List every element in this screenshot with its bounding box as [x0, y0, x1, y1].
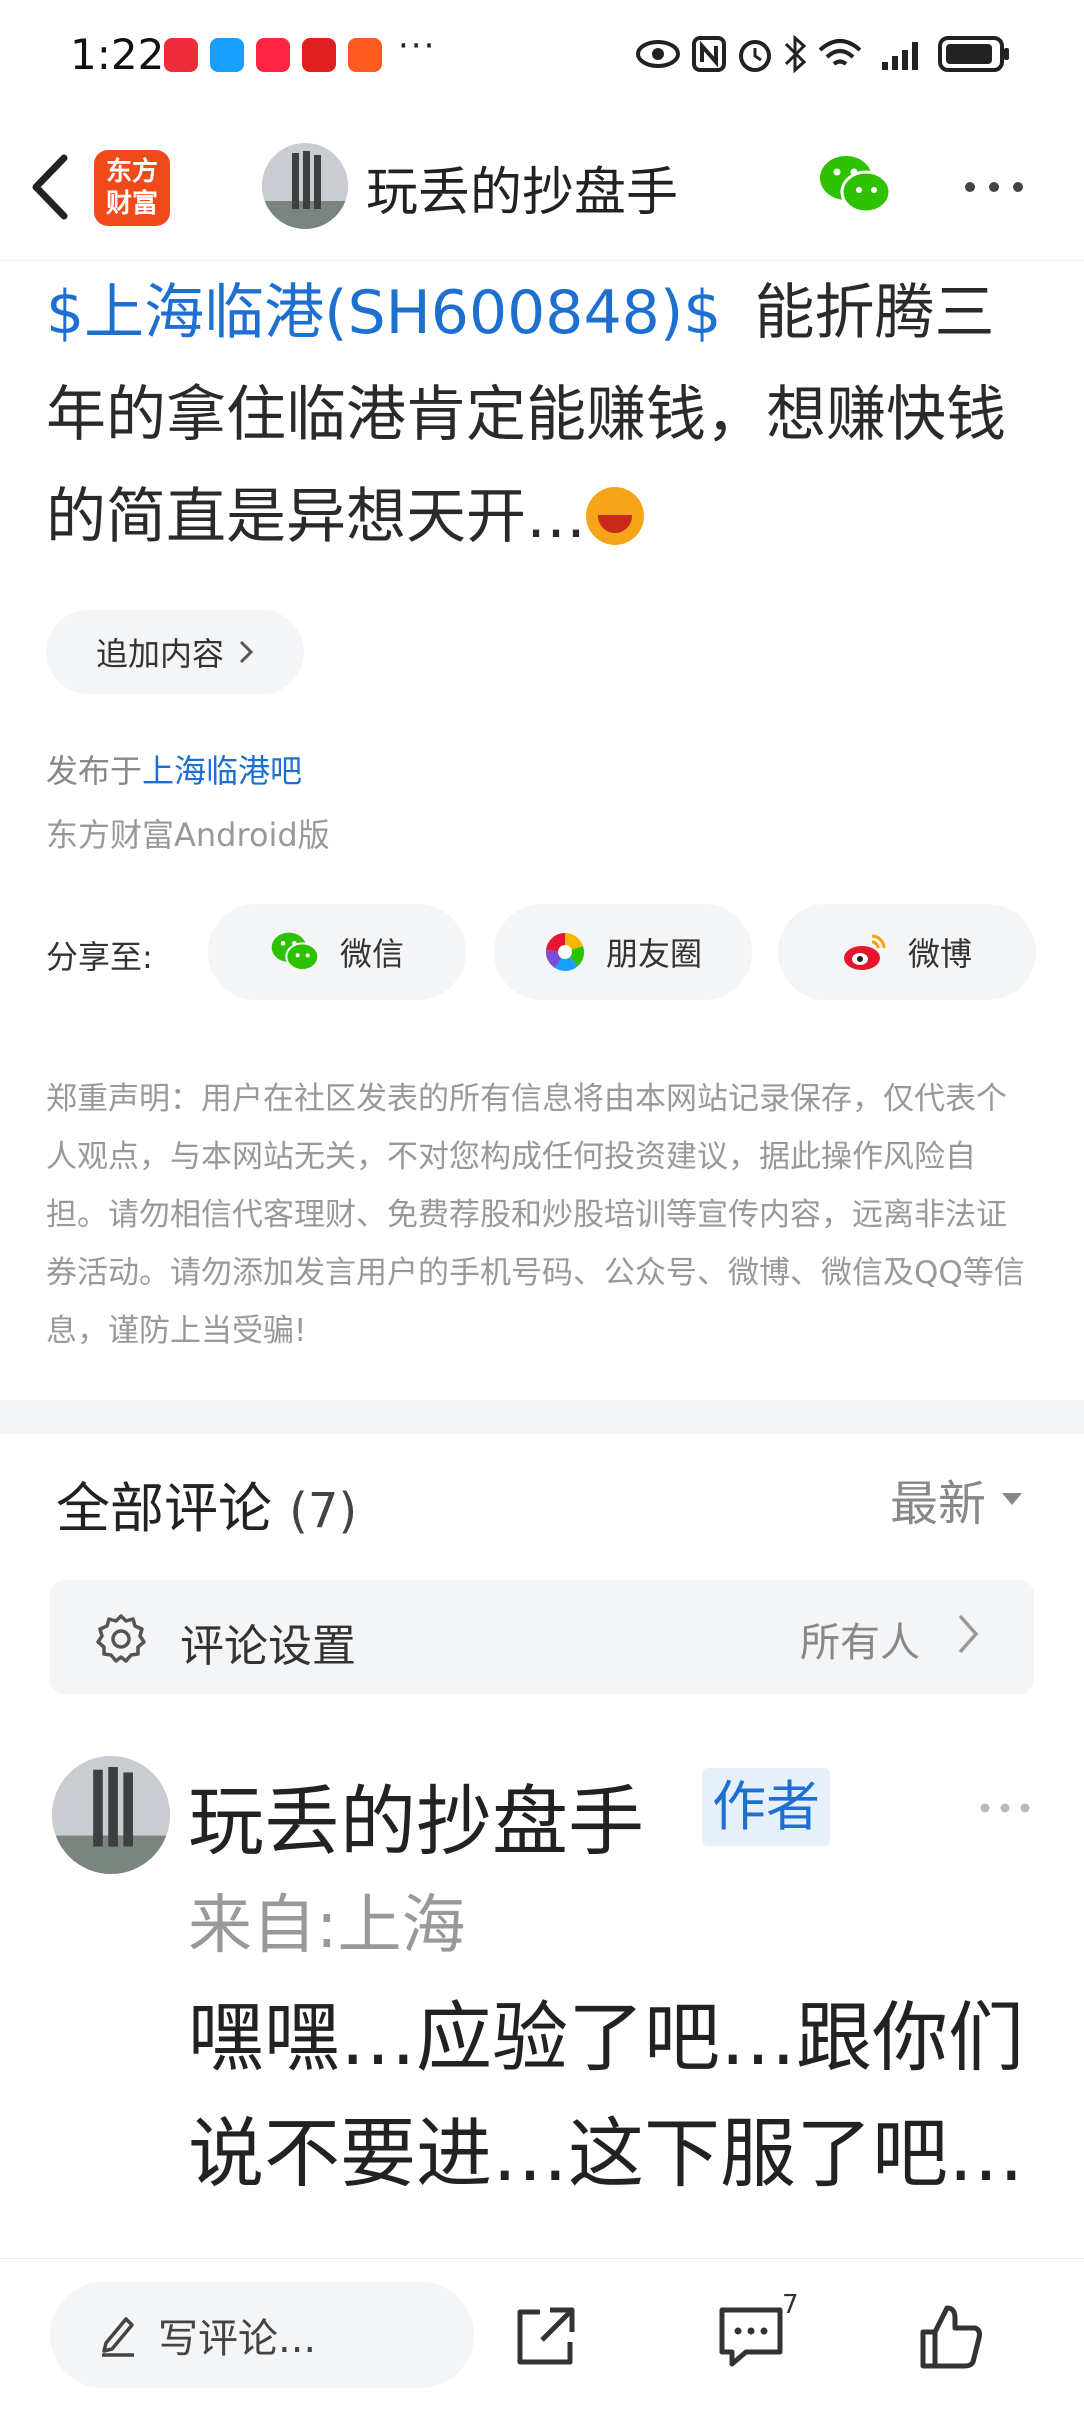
post-content: $上海临港(SH600848)$ 能折腾三年的拿住临港肯定能赚钱，想赚快钱的简直… — [46, 262, 1046, 568]
pencil-icon — [102, 2317, 134, 2357]
nfc-icon — [692, 36, 726, 72]
signal-icon — [882, 42, 918, 70]
disclaimer-text: 郑重声明：用户在社区发表的所有信息将由本网站记录保存，仅代表个人观点，与本网站无… — [46, 1081, 1025, 1349]
more-options-icon[interactable] — [962, 172, 1026, 202]
avatar-image — [262, 143, 348, 229]
caret-down-icon — [1002, 1493, 1023, 1505]
comment-more-icon[interactable] — [978, 1800, 1032, 1816]
comment-location: 来自:上海 — [188, 1889, 466, 1963]
stock-link[interactable]: $上海临港(SH600848)$ — [46, 278, 721, 348]
publish-info: 发布于上海临港吧 — [46, 746, 302, 792]
chevron-right-icon — [239, 640, 254, 664]
share-label: 分享至: — [46, 938, 153, 976]
status-time: 1:22 — [70, 30, 165, 79]
add-content-label: 追加内容 — [95, 635, 224, 673]
gear-icon — [96, 1614, 146, 1663]
author-badge: 作者 — [702, 1768, 830, 1846]
avatar-image — [52, 1756, 170, 1874]
comment-text: 嘿嘿…应验了吧…跟你们说不要进…这下服了吧… — [188, 1993, 1024, 2198]
sort-dropdown[interactable]: 最新 — [890, 1464, 1024, 1534]
comment-avatar[interactable] — [52, 1756, 170, 1874]
share-weibo-label: 微博 — [907, 935, 972, 973]
status-more: ··· — [398, 26, 437, 66]
avatar[interactable] — [262, 143, 348, 229]
moments-icon — [545, 932, 585, 971]
laughing-emoji-icon — [586, 487, 644, 545]
app5-icon — [348, 38, 382, 72]
share-wechat-button[interactable]: 微信 — [208, 904, 466, 1000]
like-button[interactable] — [906, 2292, 996, 2382]
share-button[interactable] — [500, 2292, 590, 2382]
comment-author[interactable]: 玩丢的抄盘手 — [188, 1760, 644, 1870]
weibo-icon — [843, 934, 886, 970]
comments-title-label: 全部评论 — [56, 1477, 272, 1540]
share-weibo-button[interactable]: 微博 — [778, 904, 1036, 1000]
share-wechat-label: 微信 — [339, 935, 404, 973]
comment-count-badge: 7 — [782, 2290, 799, 2320]
share-moments-button[interactable]: 朋友圈 — [494, 904, 752, 1000]
share-out-icon — [517, 2307, 575, 2365]
xiaohongshu-app-icon — [256, 38, 290, 72]
app4-icon — [302, 38, 336, 72]
client-info: 东方财富Android版 — [46, 816, 330, 854]
section-divider — [0, 1400, 1084, 1434]
thumbs-up-icon — [920, 2305, 982, 2369]
sort-label: 最新 — [890, 1476, 987, 1532]
page-title: 玩丢的抄盘手 — [366, 163, 679, 223]
wechat-icon[interactable] — [818, 152, 892, 218]
publish-prefix: 发布于 — [46, 752, 143, 790]
message-app-icon — [210, 38, 244, 72]
bar-link[interactable]: 上海临港吧 — [142, 752, 302, 790]
write-comment-input[interactable]: 写评论... — [50, 2282, 474, 2388]
back-arrow-icon[interactable] — [26, 152, 74, 222]
comments-title: 全部评论 (7) — [56, 1464, 357, 1543]
wifi-icon — [818, 39, 862, 66]
bluetooth-icon — [784, 34, 807, 74]
eastmoney-logo[interactable]: 东方 财富 — [94, 150, 170, 226]
comment-settings-value: 所有人 — [800, 1620, 920, 1666]
wechat-icon — [271, 932, 320, 971]
share-moments-label: 朋友圈 — [605, 935, 702, 973]
eye-icon — [636, 40, 680, 68]
add-content-button[interactable]: 追加内容 — [46, 610, 304, 694]
comments-count: (7) — [289, 1483, 358, 1539]
logo-text: 东方 财富 — [105, 157, 158, 219]
battery-icon — [938, 36, 1009, 72]
write-comment-placeholder: 写评论... — [158, 2316, 317, 2362]
status-bar: 1:22 ··· — [0, 0, 1084, 110]
comment-settings-label: 评论设置 — [180, 1621, 356, 1672]
chevron-right-icon — [958, 1614, 979, 1654]
comment-bubble-icon — [719, 2307, 783, 2367]
alarm-icon — [739, 40, 771, 72]
huawei-app-icon — [164, 38, 198, 72]
